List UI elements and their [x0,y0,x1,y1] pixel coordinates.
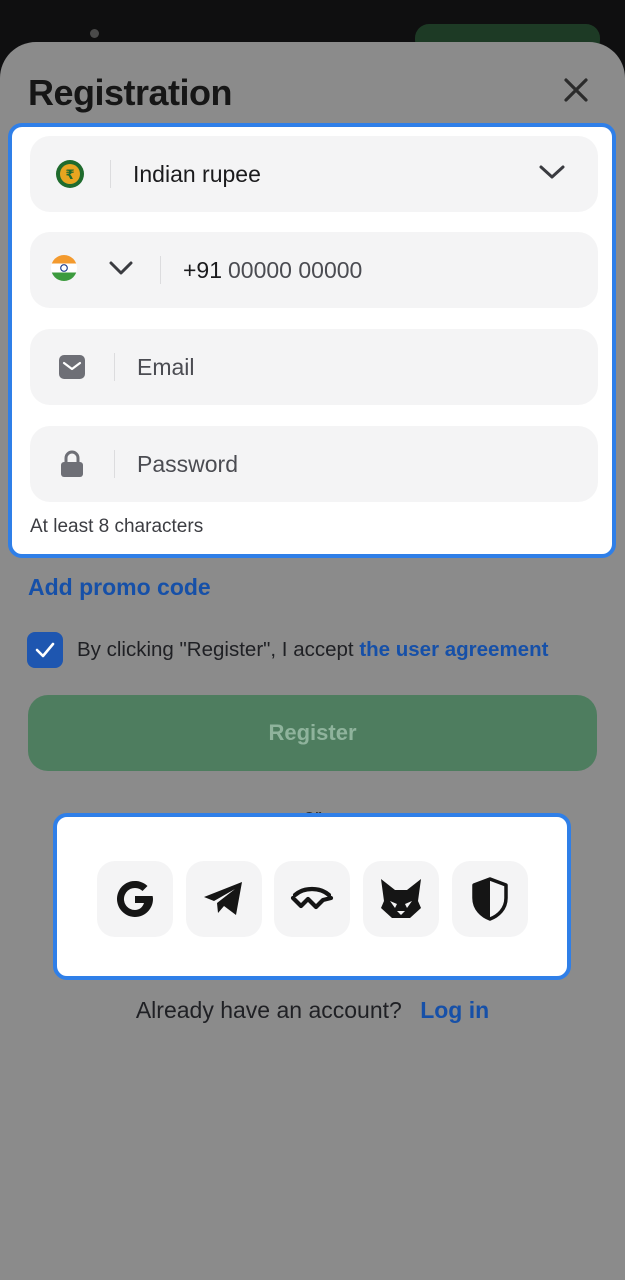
mail-icon [30,354,114,380]
user-agreement-link[interactable]: the user agreement [359,638,548,661]
telegram-login-button[interactable] [186,861,262,937]
currency-value: Indian rupee [133,160,261,187]
walletconnect-icon [290,886,334,910]
phone-country-code: +91 [183,256,223,283]
password-placeholder: Password [137,450,238,477]
metamask-fox-icon [381,879,421,918]
password-field[interactable]: Password [30,426,598,502]
phone-field[interactable]: +91 00000 00000 [30,232,598,308]
email-field[interactable]: Email [30,329,598,405]
currency-select[interactable]: ₹ Indian rupee [30,136,598,212]
close-icon [564,78,588,102]
field-divider [110,160,111,188]
background-dot [90,29,99,38]
walletconnect-login-button[interactable] [274,861,350,937]
email-placeholder: Email [137,353,195,380]
agreement-checkbox[interactable] [27,632,63,668]
check-icon [35,642,55,658]
field-divider [114,353,115,381]
metamask-login-button[interactable] [363,861,439,937]
telegram-icon [204,882,242,915]
form-panel: ₹ Indian rupee +91 00000 00000 Email Pas… [8,123,616,558]
google-login-button[interactable] [97,861,173,937]
svg-text:₹: ₹ [65,168,74,183]
agreement-text: By clicking "Register", I accept the use… [77,638,548,662]
social-login-panel [53,813,571,980]
registration-sheet: Registration ₹ Indian rupee +91 00000 00… [0,42,625,1280]
shield-icon [472,877,508,921]
agreement-label: By clicking "Register", I accept [77,638,354,661]
lock-icon [30,450,114,478]
login-row: Already have an account? Log in [0,997,625,1024]
login-prompt: Already have an account? [135,997,402,1023]
phone-input[interactable]: +91 00000 00000 [183,257,362,284]
field-divider [114,450,115,478]
close-button[interactable] [558,72,594,108]
chevron-down-icon [108,259,134,282]
india-flag-icon [50,254,78,287]
add-promo-code-link[interactable]: Add promo code [28,574,211,601]
chevron-down-icon [538,163,598,186]
shield-login-button[interactable] [452,861,528,937]
country-code-select[interactable] [50,254,134,287]
page-title: Registration [28,72,233,113]
log-in-link[interactable]: Log in [420,997,489,1023]
google-icon [117,880,153,917]
agreement-row: By clicking "Register", I accept the use… [27,632,548,668]
register-button[interactable]: Register [28,695,597,771]
rupee-coin-icon: ₹ [30,159,110,189]
password-hint: At least 8 characters [30,516,204,537]
field-divider [160,256,161,284]
phone-placeholder: 00000 00000 [228,256,363,283]
